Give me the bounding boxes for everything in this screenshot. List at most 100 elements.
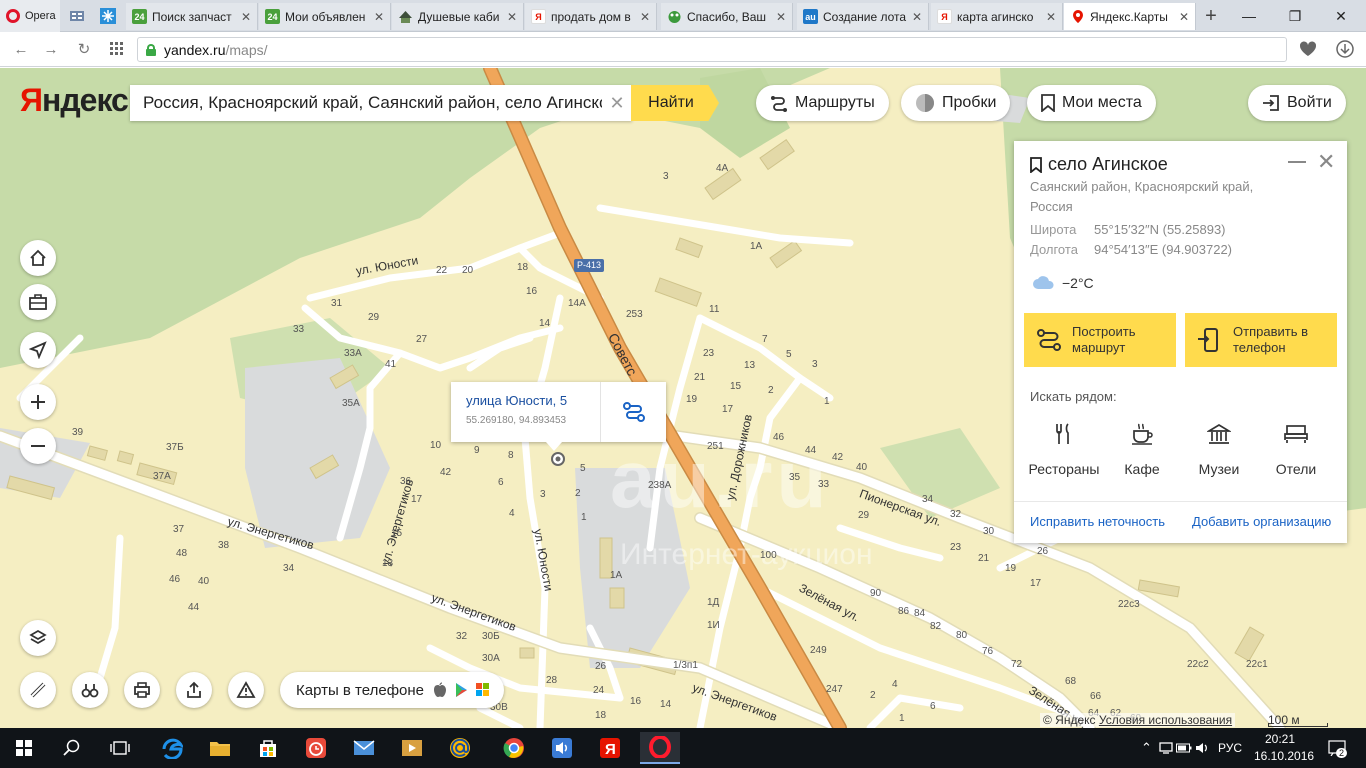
panorama-button[interactable] [72, 672, 108, 708]
address-popup-coords: 55.269180, 94.893453 [466, 415, 567, 426]
clear-icon[interactable]: ✕ [602, 93, 632, 114]
apple-icon [434, 682, 446, 697]
tab-close-icon[interactable]: ✕ [1179, 10, 1189, 24]
nearby-hotels[interactable]: Отели [1257, 419, 1335, 477]
media-app[interactable] [392, 732, 432, 764]
weather[interactable]: −2°C [1032, 275, 1094, 291]
tab-close-icon[interactable]: ✕ [776, 10, 786, 24]
house-number: 44 [188, 602, 200, 613]
tab-close-icon[interactable]: ✕ [1046, 10, 1056, 24]
tray-chevron-icon[interactable]: ⌃ [1141, 740, 1152, 756]
bookmark-button[interactable] [1297, 38, 1319, 60]
tab-close-icon[interactable]: ✕ [640, 10, 650, 24]
tray-date[interactable]: 16.10.2016 [1254, 749, 1314, 763]
start-button[interactable] [4, 732, 44, 764]
routes-button[interactable]: Маршруты [756, 85, 889, 121]
report-button[interactable] [228, 672, 264, 708]
tray-network[interactable] [1156, 732, 1176, 764]
maximize-button[interactable]: ❐ [1272, 0, 1318, 32]
tab-2[interactable]: 24 Мои объявлен ✕ [259, 3, 391, 30]
layers-button[interactable] [20, 620, 56, 656]
house-number: 39 [72, 427, 84, 438]
tab-1[interactable]: 24 Поиск запчаст ✕ [126, 3, 258, 30]
file-explorer-app[interactable] [200, 732, 240, 764]
tab-8-active[interactable]: Яндекс.Карты ✕ [1064, 3, 1196, 30]
add-organization-link[interactable]: Добавить организацию [1192, 514, 1331, 529]
minimize-button[interactable]: — [1226, 0, 1272, 32]
address-popup-title[interactable]: улица Юности, 5 [466, 393, 600, 408]
pinned-tab[interactable] [95, 3, 121, 29]
minimize-panel-icon[interactable] [1288, 161, 1306, 163]
tray-time[interactable]: 20:21 [1265, 732, 1295, 746]
downloads-button[interactable] [1334, 38, 1356, 60]
home-icon [30, 249, 46, 266]
new-tab-button[interactable]: + [1198, 3, 1224, 29]
tray-language[interactable]: РУС [1218, 741, 1242, 755]
yandex-browser-app[interactable]: Я [590, 732, 630, 764]
opera-app-active[interactable] [640, 732, 680, 764]
taskbar-search-button[interactable] [52, 732, 92, 764]
yandex-logo[interactable]: Яндекс [20, 82, 129, 119]
forward-button[interactable]: → [40, 38, 62, 60]
opera-menu-button[interactable]: Opera [0, 0, 60, 32]
traffic-button[interactable]: Пробки [901, 85, 1011, 121]
back-button[interactable]: ← [10, 38, 32, 60]
edge-app[interactable] [152, 732, 192, 764]
ruler-button[interactable] [20, 672, 56, 708]
alarm-app[interactable] [296, 732, 336, 764]
tab-close-icon[interactable]: ✕ [912, 10, 922, 24]
find-button[interactable]: Найти [631, 85, 719, 121]
geolocation-button[interactable] [20, 332, 56, 368]
house-number: 40 [856, 462, 868, 473]
house-number: 30Б [482, 631, 500, 642]
store-app[interactable] [248, 732, 288, 764]
zoom-out-button[interactable] [20, 428, 56, 464]
print-button[interactable] [124, 672, 160, 708]
chrome-app[interactable] [494, 732, 534, 764]
reload-button[interactable]: ↻ [73, 38, 95, 60]
tray-battery[interactable] [1174, 732, 1194, 764]
opera-icon [649, 736, 671, 758]
zoom-in-button[interactable] [20, 384, 56, 420]
speed-dial-tab[interactable] [64, 3, 90, 29]
fix-inaccuracy-link[interactable]: Исправить неточность [1030, 514, 1165, 529]
tab-close-icon[interactable]: ✕ [374, 10, 384, 24]
close-window-button[interactable]: ✕ [1318, 0, 1364, 32]
tab-4[interactable]: Я продать дом в ✕ [525, 3, 657, 30]
map-area[interactable]: Р-413 au.ru Интернет-аукцион ул. Юности … [0, 68, 1366, 728]
tab-5[interactable]: Спасибо, Ваш ✕ [661, 3, 793, 30]
search-input[interactable]: Россия, Красноярский край, Саянский райо… [130, 85, 632, 121]
build-route-icon-button[interactable] [600, 382, 666, 442]
suitcase-button[interactable] [20, 284, 56, 320]
nearby-restaurants[interactable]: Рестораны [1025, 419, 1103, 477]
share-button[interactable] [176, 672, 212, 708]
house-number: 251 [707, 441, 724, 452]
tab-3[interactable]: Душевые каби ✕ [392, 3, 524, 30]
tray-volume[interactable] [1192, 732, 1212, 764]
windows-icon [476, 683, 489, 696]
my-places-button[interactable]: Мои места [1027, 85, 1156, 121]
build-route-button[interactable]: Построить маршрут [1024, 313, 1176, 367]
maps-in-phone-button[interactable]: Карты в телефоне [280, 672, 504, 708]
send-to-phone-button[interactable]: Отправить в телефон [1185, 313, 1337, 367]
url-field[interactable]: yandex.ru/maps/ [137, 37, 1287, 62]
tab-close-icon[interactable]: ✕ [241, 10, 251, 24]
speed-dial-button[interactable] [106, 38, 128, 60]
mail-agent-app[interactable] [440, 732, 480, 764]
address-popup[interactable]: улица Юности, 5 55.269180, 94.893453 [451, 382, 666, 442]
tab-6[interactable]: au Создание лота ✕ [797, 3, 929, 30]
house-number: 46 [169, 574, 181, 585]
tab-close-icon[interactable]: ✕ [507, 10, 517, 24]
home-button[interactable] [20, 240, 56, 276]
close-panel-icon[interactable]: ✕ [1317, 149, 1335, 175]
house-number: 90 [870, 588, 882, 599]
login-button[interactable]: Войти [1248, 85, 1346, 121]
scale-bar [1268, 723, 1328, 727]
sound-app[interactable] [542, 732, 582, 764]
task-view-button[interactable] [100, 732, 140, 764]
mail-app[interactable] [344, 732, 384, 764]
tab-7[interactable]: Я карта агинско ✕ [931, 3, 1063, 30]
nearby-museums[interactable]: Музеи [1180, 419, 1258, 477]
terms-link[interactable]: Условия использования [1099, 713, 1232, 727]
nearby-cafes[interactable]: Кафе [1103, 419, 1181, 477]
